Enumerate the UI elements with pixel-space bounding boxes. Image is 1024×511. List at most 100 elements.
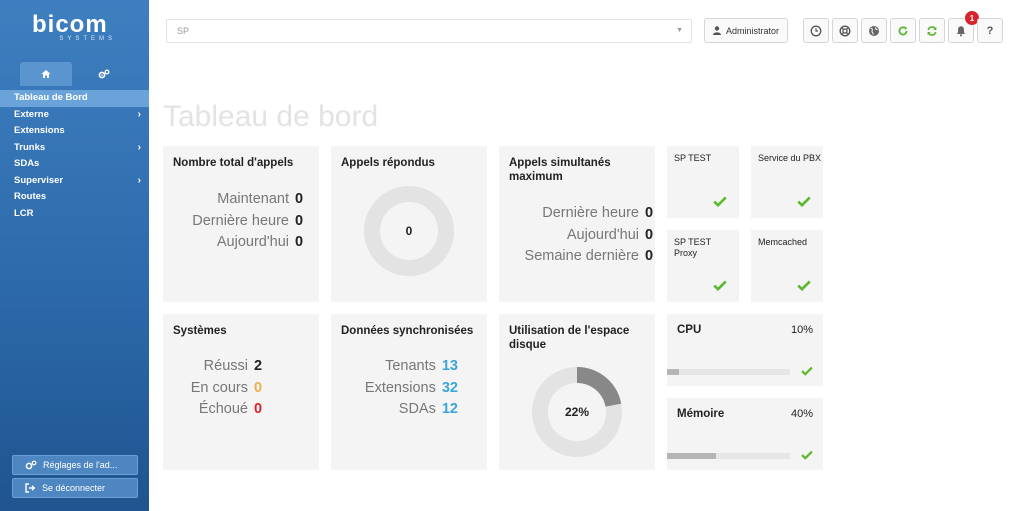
stat-value: 0: [645, 248, 654, 264]
gears-icon: [25, 460, 37, 470]
sidebar-tabs: [20, 62, 130, 86]
sidebar-item-sdas[interactable]: SDAs: [0, 156, 149, 173]
service-sp-test-proxy: SP TEST Proxy: [667, 230, 739, 302]
stat-label: Réussi: [203, 358, 248, 374]
stat-value: 0: [295, 234, 304, 250]
resource-value: 10%: [790, 324, 813, 336]
reload-button[interactable]: [890, 18, 916, 43]
stat-label: En cours: [190, 380, 248, 396]
tab-settings[interactable]: [78, 62, 130, 86]
sidebar-item-label: SDAs: [14, 158, 40, 169]
service-sp-test: SP TEST: [667, 146, 739, 218]
stat-row: Réussi 2: [204, 358, 264, 380]
admin-settings-button[interactable]: Réglages de l'ad...: [12, 455, 138, 475]
sidebar: bicom SYSTEMS Tableau de Bord Externe › E…: [0, 0, 149, 511]
language-button[interactable]: [861, 18, 887, 43]
stat-label: Extensions: [364, 380, 436, 396]
donut-center-value: 0: [406, 224, 413, 238]
stat-row: Extensions 32: [365, 380, 458, 402]
clock-button[interactable]: [803, 18, 829, 43]
support-button[interactable]: [832, 18, 858, 43]
service-pbx: Service du PBX: [751, 146, 823, 218]
resource-memory: Mémoire 40%: [667, 398, 823, 470]
stat-label: Échoué: [198, 401, 248, 417]
check-icon: [797, 280, 811, 291]
service-name: Memcached: [758, 237, 808, 247]
help-button[interactable]: ?: [977, 18, 1003, 43]
resource-value: 40%: [790, 408, 813, 420]
stat-value: 0: [295, 191, 304, 207]
stat-row: Dernière heure 0: [542, 205, 655, 227]
stat-value: 0: [254, 380, 263, 396]
service-name: Service du PBX: [758, 153, 822, 163]
stat-label: Semaine dernière: [524, 248, 639, 264]
logout-label: Se déconnecter: [42, 483, 106, 493]
sidebar-item-extensions[interactable]: Extensions: [0, 123, 149, 140]
page-title: Tableau de bord: [163, 100, 379, 133]
tab-home[interactable]: [20, 62, 72, 86]
user-name: Administrator: [725, 25, 779, 36]
sidebar-item-label: Trunks: [14, 141, 46, 153]
chevron-right-icon: ›: [137, 141, 141, 153]
sidebar-item-lcr[interactable]: LCR: [0, 206, 149, 223]
check-icon: [713, 280, 727, 291]
panel-systems: Systèmes Réussi 2 En cours 0 Échoué 0: [163, 314, 319, 470]
stat-row: SDAs 12: [399, 401, 458, 423]
home-icon: [41, 70, 51, 78]
user-menu-button[interactable]: Administrator: [704, 18, 788, 43]
stat-row: Aujourd'hui 0: [567, 227, 655, 249]
donut-center-value: 22%: [565, 405, 589, 419]
sync-button[interactable]: [919, 18, 945, 43]
sidebar-item-dashboard[interactable]: Tableau de Bord: [0, 90, 149, 107]
panel-disk-usage: Utilisation de l'espace disque 22%: [499, 314, 655, 470]
service-name: SP TEST Proxy: [674, 237, 712, 258]
cpu-progress-fill: [667, 369, 680, 375]
sidebar-item-label: Routes: [14, 191, 47, 202]
panel-title: Systèmes: [173, 325, 227, 337]
logo[interactable]: bicom SYSTEMS: [32, 12, 122, 48]
stat-row: Tenants 13: [385, 358, 458, 380]
sync-icon: [927, 25, 937, 36]
stat-row: Aujourd'hui 0: [217, 234, 305, 256]
resource-label: CPU: [677, 324, 702, 336]
stat-value: 0: [645, 227, 654, 243]
sidebar-item-label: Extensions: [14, 125, 65, 136]
chevron-right-icon: ›: [137, 108, 141, 120]
stat-label: Dernière heure: [192, 213, 289, 229]
panel-answered-calls: Appels répondus 0: [331, 146, 487, 302]
answered-calls-donut: 0: [364, 186, 454, 276]
sidebar-item-label: Externe: [14, 108, 49, 120]
panel-synced-data: Données synchronisées Tenants 13 Extensio…: [331, 314, 487, 470]
sidebar-item-label: LCR: [14, 207, 34, 219]
globe-icon: [869, 25, 879, 36]
cpu-progress-track: [667, 369, 790, 375]
memory-progress-fill: [667, 453, 717, 459]
stat-label: Tenants: [385, 358, 436, 374]
admin-settings-label: Réglages de l'ad...: [43, 460, 118, 470]
stat-value: 0: [645, 205, 654, 221]
tenant-select[interactable]: SP ▼: [166, 19, 692, 43]
stat-label: Aujourd'hui: [566, 227, 639, 243]
stat-row: Échoué 0: [199, 401, 264, 423]
logout-button[interactable]: Se déconnecter: [12, 478, 138, 498]
check-icon: [797, 196, 811, 207]
check-icon: [801, 450, 813, 460]
stat-row: Semaine dernière 0: [525, 248, 655, 270]
stat-label: Dernière heure: [542, 205, 639, 221]
sidebar-item-trunks[interactable]: Trunks ›: [0, 140, 149, 157]
stat-row: En cours 0: [191, 380, 264, 402]
sidebar-item-routes[interactable]: Routes: [0, 189, 149, 206]
app-root: bicom SYSTEMS Tableau de Bord Externe › E…: [0, 0, 1024, 511]
chevron-right-icon: ›: [137, 174, 141, 186]
sidebar-item-superviser[interactable]: Superviser ›: [0, 173, 149, 190]
sidebar-menu: Tableau de Bord Externe › Extensions Trun…: [0, 90, 149, 222]
stat-label: Maintenant: [217, 191, 289, 207]
stat-row: Maintenant 0: [217, 191, 305, 213]
service-name: SP TEST: [674, 153, 712, 163]
resource-cpu: CPU 10%: [667, 314, 823, 386]
sidebar-item-externe[interactable]: Externe ›: [0, 107, 149, 124]
stat-label: SDAs: [398, 401, 436, 417]
service-memcached: Memcached: [751, 230, 823, 302]
sidebar-item-label: Tableau de Bord: [14, 92, 88, 103]
stat-label: Aujourd'hui: [216, 234, 289, 250]
